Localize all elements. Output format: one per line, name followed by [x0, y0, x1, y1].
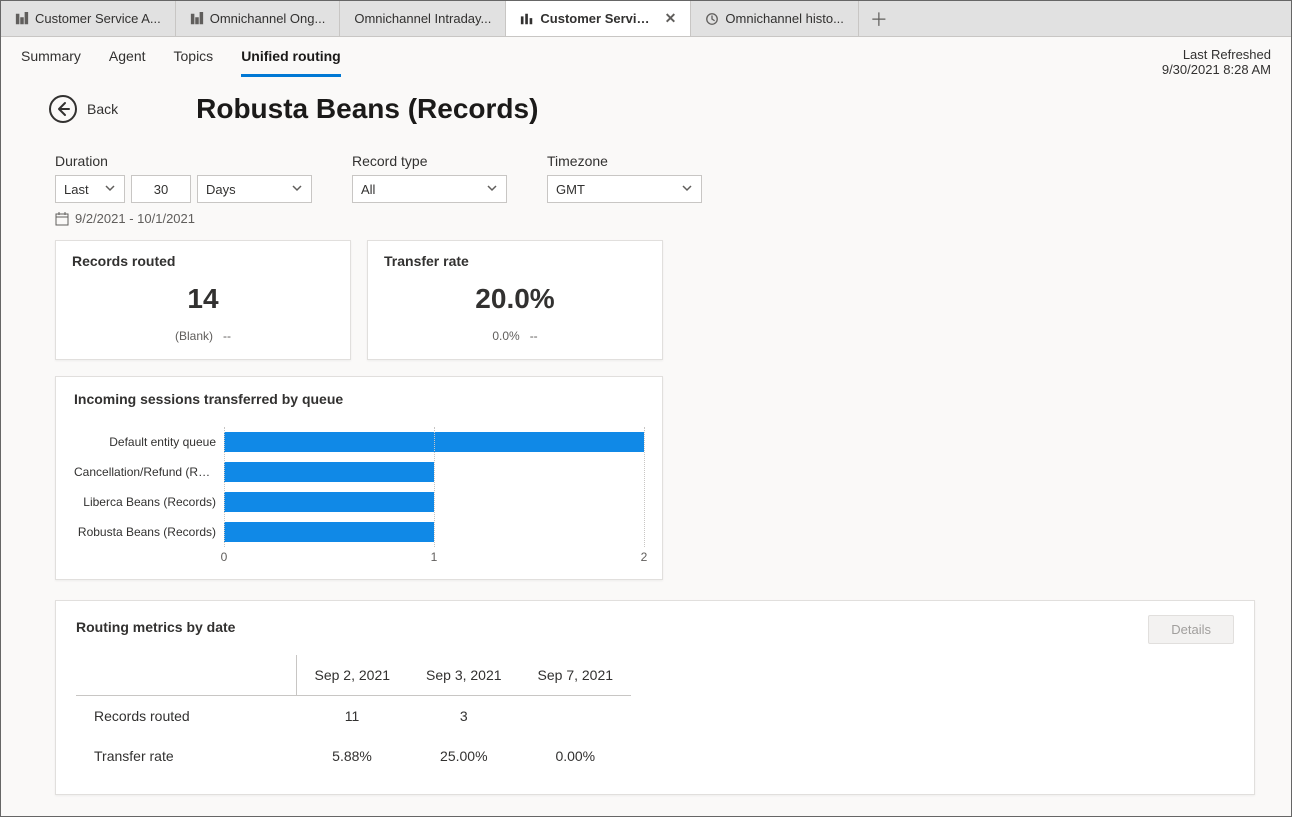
- bar-label: Robusta Beans (Records): [74, 525, 224, 539]
- routing-metrics-card: Routing metrics by date Details Sep 2, 2…: [55, 600, 1255, 795]
- chart-sessions-by-queue: Incoming sessions transferred by queue D…: [55, 376, 663, 580]
- tab-omnichannel-historical[interactable]: Omnichannel histo...: [691, 1, 859, 36]
- report-icon: [520, 12, 534, 26]
- back-label: Back: [87, 101, 118, 117]
- kpi-sub-value: --: [223, 329, 231, 343]
- page-title: Robusta Beans (Records): [196, 93, 538, 125]
- metrics-cell: 11: [296, 696, 408, 737]
- date-range: 9/2/2021 - 10/1/2021: [55, 211, 1263, 226]
- bar-label: Liberca Beans (Records): [74, 495, 224, 509]
- metrics-row-label: Transfer rate: [76, 736, 296, 776]
- chevron-down-icon: [681, 182, 693, 197]
- metrics-title: Routing metrics by date: [76, 619, 1234, 635]
- tab-label: Omnichannel Intraday...: [354, 11, 491, 26]
- last-refreshed-value: 9/30/2021 8:28 AM: [1162, 62, 1271, 77]
- tab-customer-service-historical[interactable]: Customer Service historic... ✕: [506, 1, 691, 36]
- back-button[interactable]: Back: [49, 95, 118, 123]
- metrics-col-header: Sep 2, 2021: [296, 655, 408, 696]
- nav-agent[interactable]: Agent: [109, 42, 146, 77]
- metrics-cell: 5.88%: [296, 736, 408, 776]
- record-type-dropdown[interactable]: All: [352, 175, 507, 203]
- duration-label: Duration: [55, 153, 312, 169]
- kpi-records-routed: Records routed 14 (Blank) --: [55, 240, 351, 360]
- bar-fill: [224, 492, 434, 512]
- tab-label: Customer Service A...: [35, 11, 161, 26]
- app-tabbar: Customer Service A... Omnichannel Ong...…: [1, 1, 1291, 37]
- metrics-cell: 25.00%: [408, 736, 520, 776]
- routing-metrics-table: Sep 2, 2021Sep 3, 2021Sep 7, 2021Records…: [76, 655, 631, 776]
- history-icon: [705, 12, 719, 26]
- chevron-down-icon: [291, 182, 303, 197]
- nav-summary[interactable]: Summary: [21, 42, 81, 77]
- metrics-row: Records routed113: [76, 696, 631, 737]
- axis-tick: 1: [431, 550, 438, 564]
- bar-row: Cancellation/Refund (Rec...: [74, 457, 644, 487]
- calendar-icon: [55, 212, 69, 226]
- last-refreshed-label: Last Refreshed: [1162, 47, 1271, 62]
- bar-row: Liberca Beans (Records): [74, 487, 644, 517]
- report-icon: [190, 12, 204, 26]
- axis-tick: 2: [641, 550, 648, 564]
- bar-label: Cancellation/Refund (Rec...: [74, 465, 224, 479]
- details-button[interactable]: Details: [1148, 615, 1234, 644]
- last-refreshed: Last Refreshed 9/30/2021 8:28 AM: [1162, 37, 1271, 77]
- chevron-down-icon: [486, 182, 498, 197]
- timezone-label: Timezone: [547, 153, 702, 169]
- kpi-value: 14: [72, 283, 334, 315]
- metrics-col-header: Sep 7, 2021: [520, 655, 632, 696]
- bar-fill: [224, 522, 434, 542]
- page-nav: Summary Agent Topics Unified routing: [21, 37, 341, 77]
- timezone-dropdown[interactable]: GMT: [547, 175, 702, 203]
- metrics-cell: [520, 696, 632, 737]
- nav-topics[interactable]: Topics: [174, 42, 214, 77]
- tab-customer-service-a[interactable]: Customer Service A...: [1, 1, 176, 36]
- duration-count-input[interactable]: 30: [131, 175, 191, 203]
- record-type-value: All: [361, 182, 375, 197]
- metrics-row: Transfer rate5.88%25.00%0.00%: [76, 736, 631, 776]
- bar-fill: [224, 462, 434, 482]
- tab-label: Omnichannel histo...: [725, 11, 844, 26]
- duration-mode-value: Last: [64, 182, 89, 197]
- close-icon[interactable]: ✕: [665, 10, 677, 27]
- duration-unit-dropdown[interactable]: Days: [197, 175, 312, 203]
- tab-omnichannel-ongoing[interactable]: Omnichannel Ong...: [176, 1, 341, 36]
- duration-mode-dropdown[interactable]: Last: [55, 175, 125, 203]
- record-type-label: Record type: [352, 153, 507, 169]
- tab-label: Customer Service historic...: [540, 11, 654, 26]
- date-range-text: 9/2/2021 - 10/1/2021: [75, 211, 195, 226]
- duration-unit-value: Days: [206, 182, 236, 197]
- kpi-sub-value: --: [530, 329, 538, 343]
- tab-omnichannel-intraday[interactable]: Omnichannel Intraday...: [340, 1, 506, 36]
- report-icon: [15, 12, 29, 26]
- metrics-cell: 3: [408, 696, 520, 737]
- timezone-value: GMT: [556, 182, 585, 197]
- metrics-col-header: Sep 3, 2021: [408, 655, 520, 696]
- metrics-row-label: Records routed: [76, 696, 296, 737]
- metrics-cell: 0.00%: [520, 736, 632, 776]
- bar-label: Default entity queue: [74, 435, 224, 449]
- kpi-sub-label: 0.0%: [492, 329, 519, 343]
- duration-count-value: 30: [154, 182, 168, 197]
- arrow-left-icon: [49, 95, 77, 123]
- nav-unified-routing[interactable]: Unified routing: [241, 42, 341, 77]
- kpi-value: 20.0%: [384, 283, 646, 315]
- tab-label: Omnichannel Ong...: [210, 11, 326, 26]
- new-tab-button[interactable]: ＋: [859, 1, 899, 36]
- axis-tick: 0: [221, 550, 228, 564]
- kpi-sub-label: (Blank): [175, 329, 213, 343]
- kpi-transfer-rate: Transfer rate 20.0% 0.0% --: [367, 240, 663, 360]
- kpi-title: Records routed: [72, 253, 334, 269]
- kpi-title: Transfer rate: [384, 253, 646, 269]
- chart-title: Incoming sessions transferred by queue: [74, 391, 644, 407]
- chevron-down-icon: [104, 182, 116, 197]
- bar-row: Robusta Beans (Records): [74, 517, 644, 547]
- bar-row: Default entity queue: [74, 427, 644, 457]
